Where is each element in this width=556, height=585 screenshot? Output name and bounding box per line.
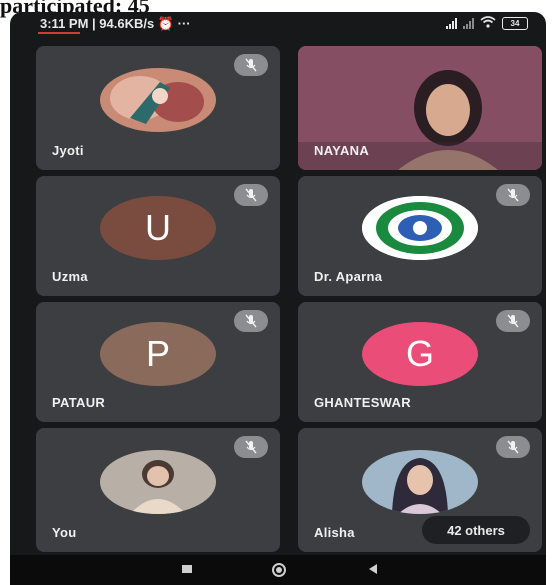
mic-off-icon bbox=[234, 54, 268, 76]
back-icon[interactable] bbox=[366, 562, 380, 581]
mic-off-icon bbox=[234, 436, 268, 458]
mic-off-icon bbox=[234, 184, 268, 206]
mic-off-icon bbox=[496, 310, 530, 332]
participant-tile-pataur[interactable]: P PATAUR bbox=[36, 302, 280, 422]
avatar bbox=[362, 450, 478, 514]
mic-off-icon bbox=[496, 184, 530, 206]
phone-screen: 3:11 PM | 94.6KB/s ⏰ ··· 34 Jyoti NAYANA… bbox=[10, 12, 546, 585]
avatar bbox=[100, 68, 216, 132]
participant-name: NAYANA bbox=[314, 143, 370, 158]
participant-tile-ghanteswar[interactable]: G GHANTESWAR bbox=[298, 302, 542, 422]
mic-off-icon bbox=[234, 310, 268, 332]
participant-tile-uzma[interactable]: U Uzma bbox=[36, 176, 280, 296]
participant-name: GHANTESWAR bbox=[314, 395, 411, 410]
avatar: U bbox=[100, 196, 216, 260]
participant-grid: Jyoti NAYANA U Uzma Dr. Aparna P PATAUR … bbox=[10, 12, 546, 552]
avatar bbox=[100, 450, 216, 514]
avatar: G bbox=[362, 322, 478, 386]
participant-name: Uzma bbox=[52, 269, 88, 284]
participant-tile-you[interactable]: You bbox=[36, 428, 280, 552]
participant-tile-nayana[interactable]: NAYANA bbox=[298, 46, 542, 170]
mic-off-icon bbox=[496, 436, 530, 458]
participant-tile-alisha[interactable]: Alisha 42 others bbox=[298, 428, 542, 552]
participant-tile-dr-aparna[interactable]: Dr. Aparna bbox=[298, 176, 542, 296]
participant-name: PATAUR bbox=[52, 395, 106, 410]
avatar: P bbox=[100, 322, 216, 386]
recents-icon[interactable] bbox=[180, 562, 194, 581]
home-icon[interactable] bbox=[270, 562, 288, 583]
others-button[interactable]: 42 others bbox=[422, 516, 530, 544]
participant-tile-jyoti[interactable]: Jyoti bbox=[36, 46, 280, 170]
participant-name: Dr. Aparna bbox=[314, 269, 383, 284]
institution-logo bbox=[362, 196, 478, 260]
participant-name: You bbox=[52, 525, 77, 540]
navigation-bar bbox=[10, 555, 546, 585]
participant-name: Alisha bbox=[314, 525, 355, 540]
participant-name: Jyoti bbox=[52, 143, 84, 158]
